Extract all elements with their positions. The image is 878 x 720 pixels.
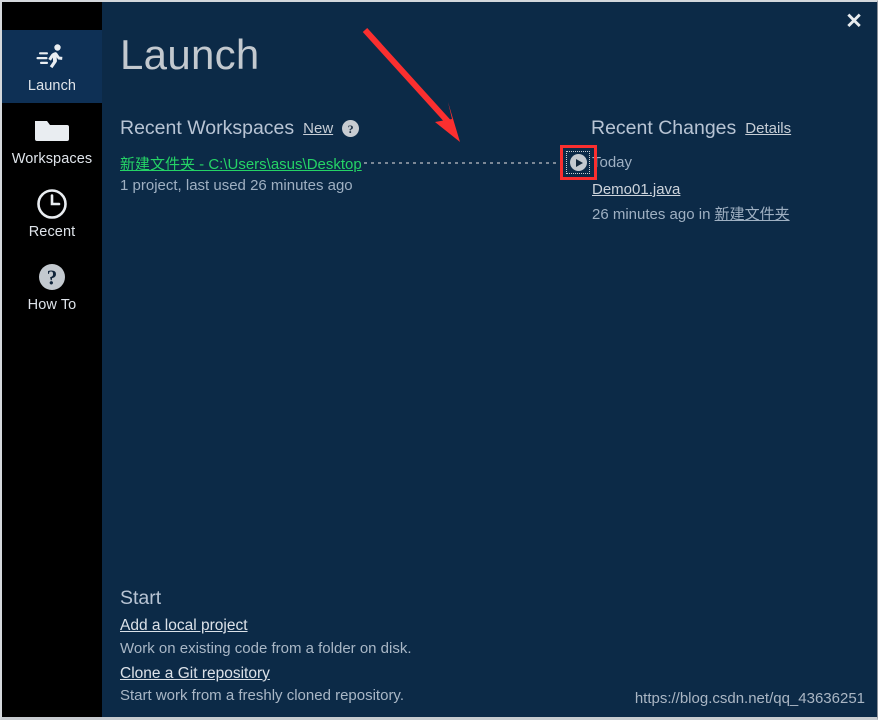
new-workspace-link[interactable]: New [303,120,333,137]
recent-workspaces-heading: Recent Workspaces New ? [120,117,360,140]
launch-workspace-button[interactable] [566,151,590,174]
sidebar: Launch Workspaces Recent ? How To [2,2,102,717]
launch-window: Launch Workspaces Recent ? How To ✕ Laun… [0,0,878,720]
workspace-meta: 1 project, last used 26 minutes ago [120,177,353,194]
close-icon[interactable]: ✕ [837,6,871,36]
watermark-text: https://blog.csdn.net/qq_43636251 [634,690,865,707]
runner-icon [35,40,69,76]
recent-change-location-link[interactable]: 新建文件夹 [715,206,790,223]
main-panel: ✕ Launch Recent Workspaces New ? 新建文件夹 -… [102,2,877,717]
svg-text:?: ? [47,265,58,289]
play-icon [569,154,587,171]
recent-change-file-link[interactable]: Demo01.java [592,181,680,198]
sidebar-item-launch[interactable]: Launch [2,30,102,103]
sidebar-item-how-to[interactable]: ? How To [2,249,102,322]
clone-git-repository-description: Start work from a freshly cloned reposit… [120,687,404,704]
recent-changes-title: Recent Changes [591,117,737,139]
question-mark-icon: ? [35,259,69,295]
page-title: Launch [120,31,260,78]
clone-git-repository-link[interactable]: Clone a Git repository [120,665,270,683]
sidebar-item-label: Workspaces [11,150,93,167]
recent-changes-heading: Recent Changes Details [591,117,791,140]
details-link[interactable]: Details [745,120,791,137]
sidebar-item-recent[interactable]: Recent [2,176,102,249]
leader-dots [364,162,560,164]
folder-icon [33,113,71,149]
recent-change-meta: 26 minutes ago in 新建文件夹 [592,203,790,224]
help-icon[interactable]: ? [342,120,360,137]
sidebar-item-workspaces[interactable]: Workspaces [2,103,102,176]
sidebar-item-label: Launch [27,77,77,94]
add-local-project-link[interactable]: Add a local project [120,617,248,635]
sidebar-item-label: Recent [28,223,76,240]
workspace-path-link[interactable]: 新建文件夹 - C:\Users\asus\Desktop [120,153,362,174]
recent-change-meta-prefix: 26 minutes ago in [592,206,715,223]
start-heading: Start [120,587,162,609]
add-local-project-description: Work on existing code from a folder on d… [120,640,412,657]
sidebar-item-label: How To [27,296,77,313]
changes-group-label: Today [592,154,633,171]
clock-icon [35,186,69,222]
recent-workspaces-title: Recent Workspaces [120,117,295,139]
